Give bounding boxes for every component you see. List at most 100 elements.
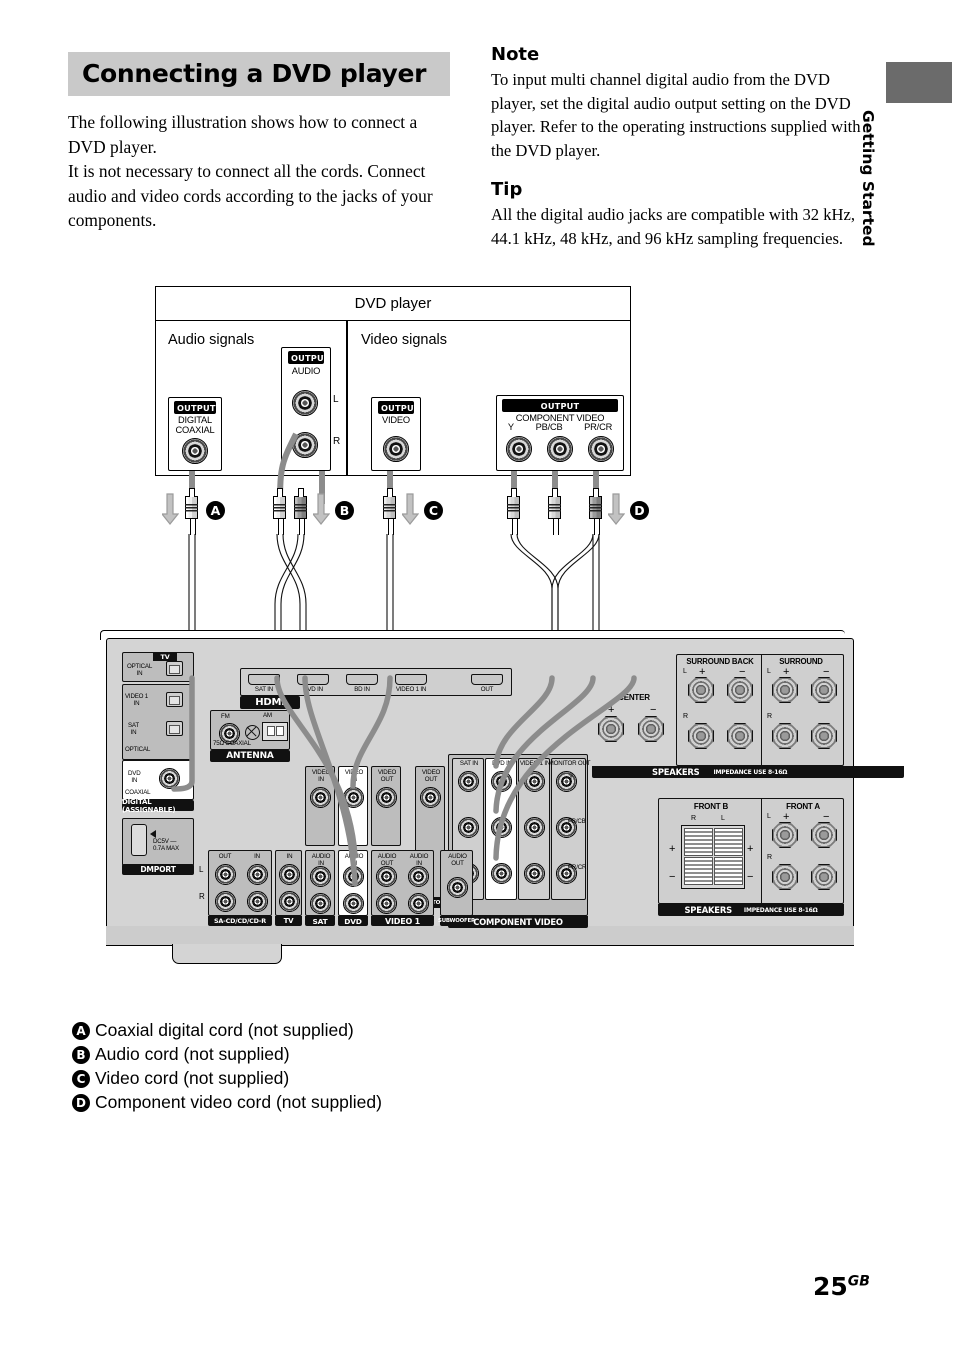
left-text-column: Connecting a DVD player The following il… (68, 52, 450, 233)
surround-back-r-plus-terminal[interactable] (688, 723, 714, 749)
component-video1-y-jack[interactable] (524, 771, 545, 792)
speakers-upper-bar: SPEAKERS IMPEDANCE USE 8-16Ω (592, 766, 904, 778)
cord-marker-d: D (630, 501, 649, 520)
sat-audio-in-r-jack[interactable] (310, 893, 331, 914)
sacd-out-l-jack[interactable] (215, 864, 236, 885)
video1-audio-block: AUDIO OUT AUDIO IN (371, 850, 434, 916)
component-dvd-pb-jack[interactable] (491, 817, 512, 838)
sat-audio-block: AUDIO IN (305, 850, 335, 916)
front-a-l-plus-terminal[interactable] (772, 822, 798, 848)
sat-optical-in-port[interactable] (166, 721, 183, 736)
arrow-icon-d (608, 493, 625, 525)
front-a-r-plus-terminal[interactable] (772, 864, 798, 890)
dvd-audio-in-r-jack[interactable] (343, 893, 364, 914)
surround-l-minus-terminal[interactable] (811, 677, 837, 703)
video1-audio-out-r-jack[interactable] (376, 893, 397, 914)
audio-row-l-label: L (199, 865, 204, 874)
sat-audio-in-l-jack[interactable] (310, 866, 331, 887)
hdmi-port-sat-in[interactable] (248, 674, 280, 685)
video1-video-out-jack[interactable] (376, 787, 397, 808)
tip-heading: Tip (491, 178, 523, 200)
dmport-connector[interactable] (131, 824, 147, 856)
arrow-icon-a (162, 493, 179, 525)
tip-text: All the digital audio jacks are compatib… (491, 204, 856, 248)
subwoofer-audio-out-jack[interactable] (447, 877, 468, 898)
dvd-coaxial-in-jack[interactable] (159, 768, 180, 789)
hdmi-port-video1-in[interactable] (395, 674, 427, 685)
antenna-fm-label: FM (221, 713, 230, 720)
center-minus-terminal[interactable] (638, 716, 664, 742)
cord-runs (188, 534, 600, 630)
video1-audio-in-l-jack[interactable] (408, 866, 429, 887)
sat-video-in-block: VIDEO IN (305, 766, 335, 846)
dmport-bar: DMPORT (122, 864, 194, 875)
video1-bar: VIDEO 1 (371, 916, 434, 926)
dvd-audio-in-l-jack[interactable] (343, 866, 364, 887)
component-dvd-y-jack[interactable] (491, 771, 512, 792)
video1-audio-in-r-jack[interactable] (408, 893, 429, 914)
component-video1-pb-jack[interactable] (524, 817, 545, 838)
subwoofer-block: AUDIO OUT (440, 850, 473, 916)
plug-component-d2 (548, 488, 561, 535)
component-video1-pr-jack[interactable] (524, 863, 545, 884)
dmport-arrow-icon (150, 830, 156, 838)
component-dvd-pr-jack[interactable] (491, 863, 512, 884)
center-plus-terminal[interactable] (598, 716, 624, 742)
hdmi-label-out: OUT (480, 686, 494, 693)
sacd-bar: SA-CD/CD/CD-R (208, 916, 272, 926)
legend-text-a: Coaxial digital cord (not supplied) (95, 1020, 354, 1040)
surround-r-plus-terminal[interactable] (772, 723, 798, 749)
tv-audio-in-r-jack[interactable] (279, 891, 300, 912)
antenna-am-terminal[interactable] (262, 722, 288, 741)
speakers-upper-impedance: IMPEDANCE USE 8-16Ω (713, 768, 788, 776)
surround-l-plus-terminal[interactable] (772, 677, 798, 703)
video1-optical-in-port[interactable] (166, 692, 183, 707)
dvd-video-in-jack[interactable] (343, 787, 364, 808)
speakers-lower-divider (761, 799, 763, 903)
arrow-icon-b (313, 493, 330, 525)
center-label: CENTER (618, 693, 650, 702)
component-row-label-pr: PR/CR (568, 864, 587, 871)
component-monitor-y-jack[interactable] (556, 771, 577, 792)
sacd-out-r-jack[interactable] (215, 891, 236, 912)
video1-optical-in-label: VIDEO 1 IN (125, 693, 149, 707)
monitor-video-out-jack[interactable] (420, 787, 441, 808)
surround-back-l-label: L (683, 668, 687, 675)
hdmi-port-bd-in[interactable] (346, 674, 378, 685)
tv-optical-in-port[interactable] (166, 661, 183, 676)
surround-back-r-minus-terminal[interactable] (727, 723, 753, 749)
sacd-in-l-jack[interactable] (247, 864, 268, 885)
manual-page: Connecting a DVD player The following il… (0, 0, 954, 1352)
dvd-video-in-label: VIDEO IN (344, 769, 364, 783)
dvd-audio-block: AUDIO IN (338, 850, 368, 916)
cord-marker-a: A (206, 501, 225, 520)
surround-back-l-minus-terminal[interactable] (727, 677, 753, 703)
video1-video-out-label: VIDEO OUT (377, 769, 397, 783)
front-b-r-label: R (691, 815, 697, 822)
tv-badge: TV (153, 652, 177, 661)
component-sat-y-jack[interactable] (458, 771, 479, 792)
hdmi-port-out[interactable] (471, 674, 503, 685)
sacd-in-r-jack[interactable] (247, 891, 268, 912)
hdmi-port-dvd-in[interactable] (297, 674, 329, 685)
video1-audio-out-l-jack[interactable] (376, 866, 397, 887)
tv-audio-in-l-jack[interactable] (279, 864, 300, 885)
front-a-l-minus-terminal[interactable] (811, 822, 837, 848)
sat-video-in-jack[interactable] (310, 787, 331, 808)
center-speaker-group: CENTER + − (592, 693, 676, 766)
monitor-video-out-label: VIDEO OUT (421, 769, 441, 783)
hdmi-bar: HDMI (240, 696, 300, 709)
dvd-coaxial-in-label: DVD IN (128, 770, 141, 784)
component-video1-in-column: VIDEO 1 IN (518, 758, 550, 900)
surround-back-l-plus-terminal[interactable] (688, 677, 714, 703)
cord-marker-c: C (424, 501, 443, 520)
receiver-base (106, 926, 854, 946)
surround-r-minus-terminal[interactable] (811, 723, 837, 749)
front-a-r-minus-terminal[interactable] (811, 864, 837, 890)
connection-diagram: DVD player Audio signals Video signals O… (100, 286, 904, 1006)
component-sat-pb-jack[interactable] (458, 817, 479, 838)
front-b-terminal-array[interactable] (681, 825, 745, 889)
sacd-audio-block: OUT IN (208, 850, 272, 916)
component-label-sat-in: SAT IN (459, 760, 479, 767)
antenna-block: FM 75Ω COAXIAL AM (210, 710, 290, 750)
